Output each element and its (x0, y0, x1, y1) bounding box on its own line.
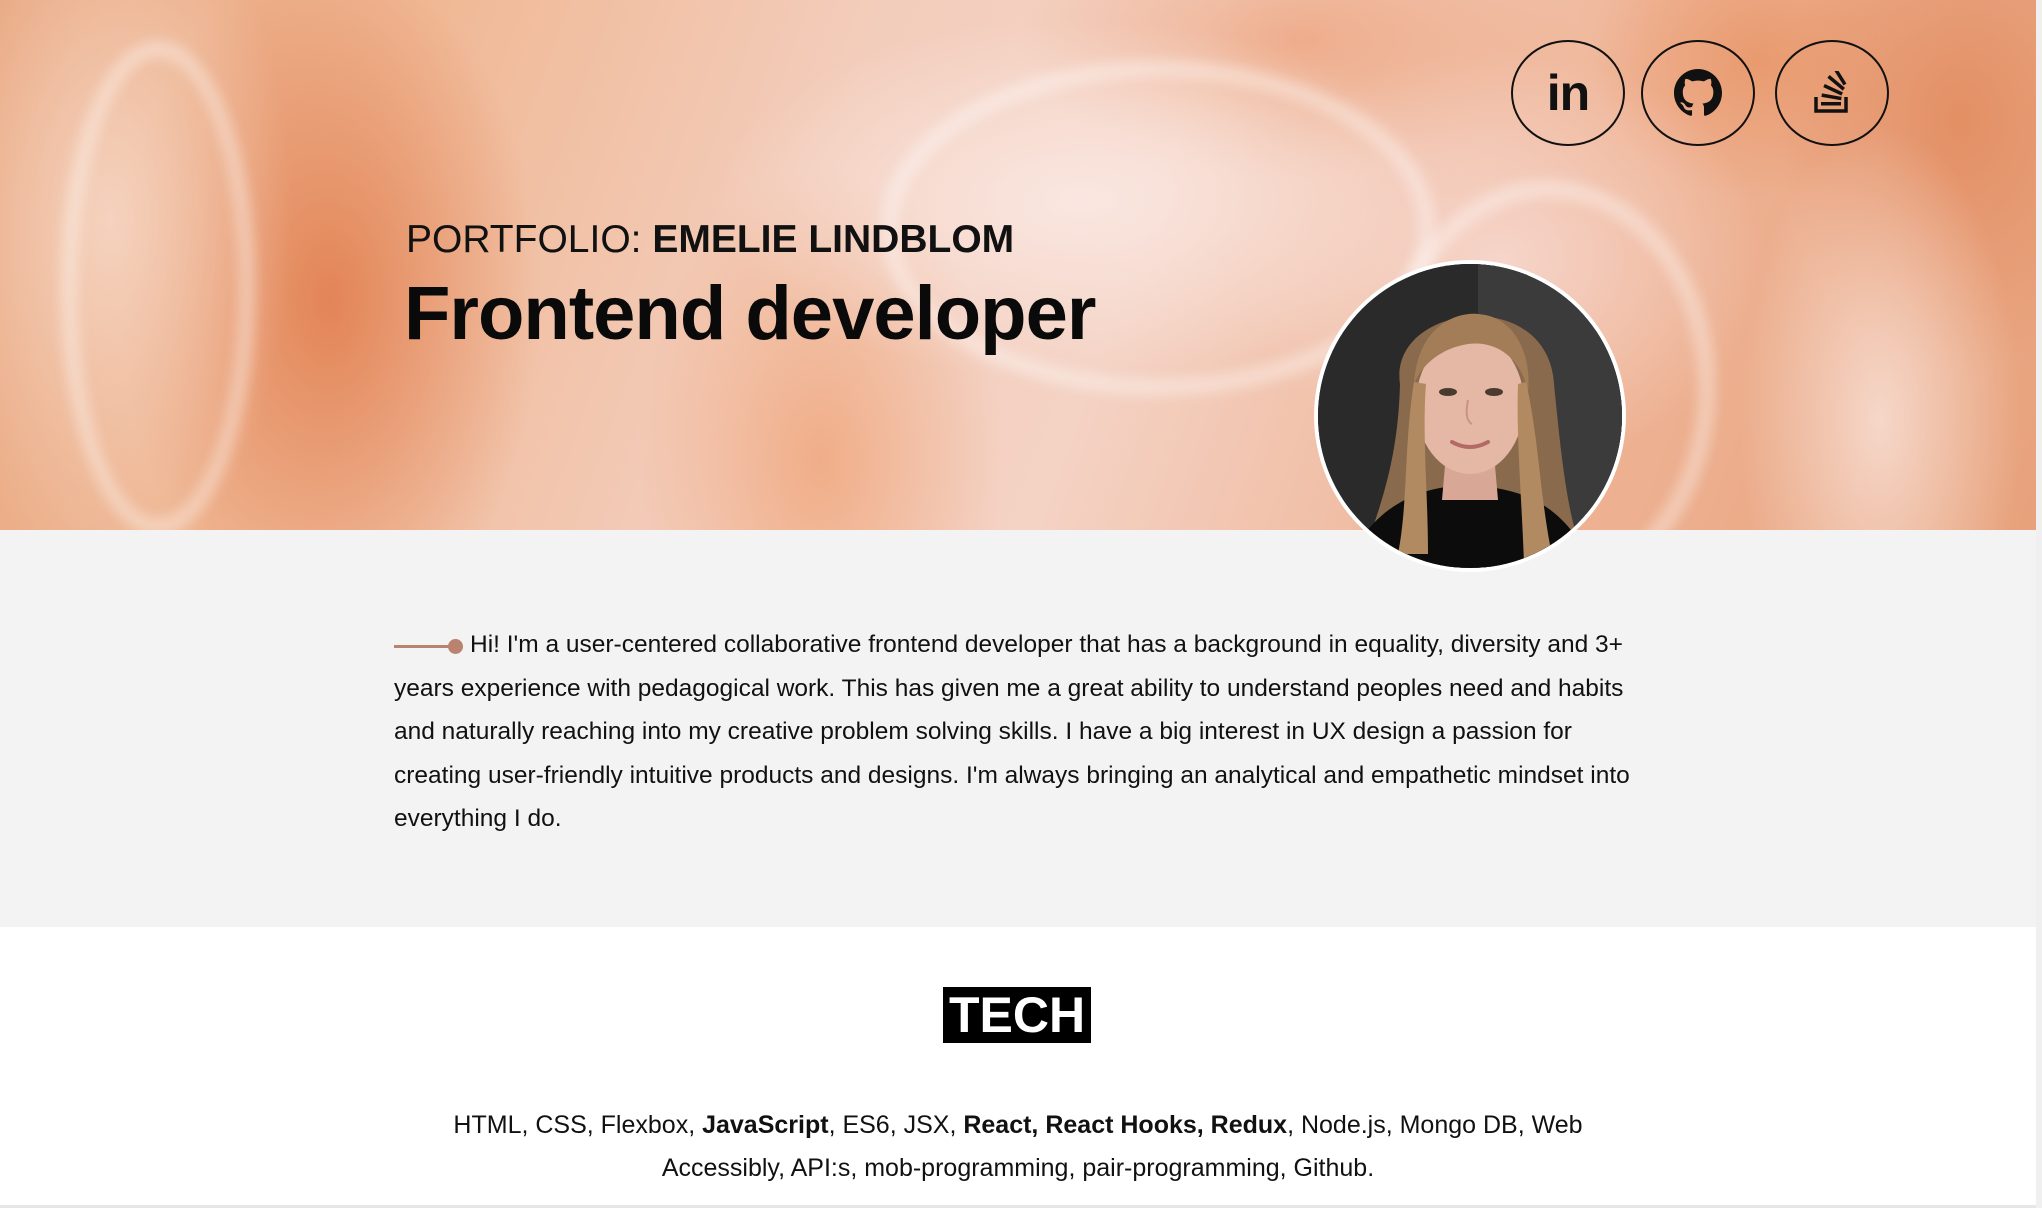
avatar (1314, 260, 1626, 572)
profile-photo (1318, 264, 1622, 568)
stackoverflow-link[interactable] (1775, 40, 1889, 146)
hero-header: in PORTFOLIO: EMELIE LINDBLOM Frontend d… (0, 0, 2036, 530)
tech-section: TECH HTML, CSS, Flexbox, JavaScript, ES6… (0, 927, 2036, 1205)
scrollbar-track (2036, 0, 2042, 1208)
tech-heading: TECH (943, 987, 1092, 1043)
github-icon (1674, 69, 1722, 116)
linkedin-link[interactable]: in (1511, 40, 1625, 146)
subtitle-prefix: PORTFOLIO: (406, 218, 653, 261)
tech-item: , ES6, JSX, (828, 1111, 964, 1139)
tech-item-highlight: JavaScript (702, 1111, 829, 1139)
hero-swirl-decoration (60, 40, 256, 530)
linkedin-icon: in (1546, 65, 1590, 121)
tech-item-highlight: React, React Hooks, Redux (963, 1111, 1288, 1139)
intro-text: Hi! I'm a user-centered collaborative fr… (394, 631, 1630, 832)
intro-section: Hi! I'm a user-centered collaborative fr… (0, 530, 2036, 927)
profile-photo-illustration (1318, 264, 1622, 568)
stackoverflow-icon (1814, 71, 1848, 113)
tech-item: HTML, CSS, Flexbox, (453, 1111, 703, 1139)
github-link[interactable] (1641, 40, 1755, 146)
tech-list: HTML, CSS, Flexbox, JavaScript, ES6, JSX… (420, 1104, 1616, 1190)
intro-bullet-decoration (394, 638, 464, 654)
portfolio-subtitle: PORTFOLIO: EMELIE LINDBLOM (406, 218, 1014, 262)
page-title: Frontend developer (404, 271, 1096, 356)
subtitle-name: EMELIE LINDBLOM (652, 218, 1015, 261)
intro-paragraph: Hi! I'm a user-centered collaborative fr… (394, 623, 1634, 841)
